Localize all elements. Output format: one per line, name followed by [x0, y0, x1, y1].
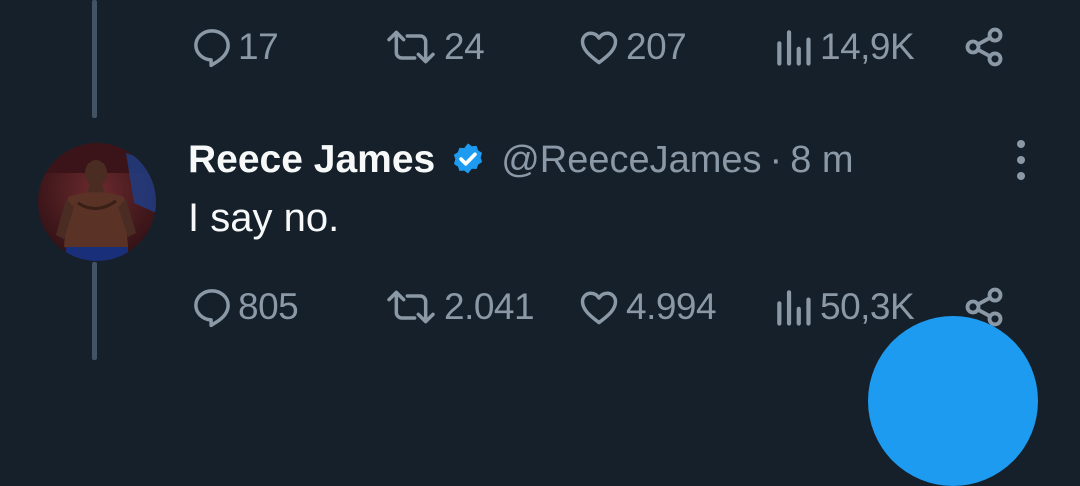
share-icon: [965, 27, 1003, 67]
views-icon: [777, 30, 811, 66]
tweet-text: I say no.: [188, 196, 340, 240]
more-options-button[interactable]: [1008, 140, 1034, 180]
views-button[interactable]: 50,3K: [772, 282, 915, 332]
retweet-count: 2.041: [444, 286, 535, 327]
like-icon: [580, 291, 618, 325]
reply-count: 805: [238, 286, 299, 327]
thread-line-bottom: [92, 262, 97, 360]
views-button[interactable]: 14,9K: [772, 22, 915, 72]
views-icon: [777, 290, 811, 326]
reply-icon: [194, 29, 230, 68]
reply-icon: [194, 289, 230, 328]
retweet-count: 24: [444, 26, 485, 67]
like-button[interactable]: 207: [576, 22, 687, 72]
tweet-action-bar: 805 2.041 4.994 50,3K: [190, 282, 1030, 332]
compose-fab-button[interactable]: [868, 316, 1038, 486]
avatar[interactable]: [38, 143, 156, 261]
retweet-icon: [387, 30, 435, 64]
thread-line-top: [92, 0, 97, 118]
reply-count: 17: [238, 26, 279, 67]
like-count: 4.994: [626, 286, 717, 327]
views-count: 50,3K: [820, 286, 915, 327]
display-name[interactable]: Reece James: [188, 138, 435, 182]
reply-button[interactable]: 805: [190, 282, 299, 332]
views-count: 14,9K: [820, 26, 915, 67]
retweet-button[interactable]: 2.041: [382, 282, 535, 332]
retweet-icon: [387, 290, 435, 324]
handle[interactable]: @ReeceJames: [501, 139, 761, 182]
avatar-image: [38, 143, 156, 261]
separator-dot: ·: [769, 138, 783, 181]
like-count: 207: [626, 26, 687, 67]
share-button[interactable]: [962, 22, 1006, 72]
verified-icon: [454, 143, 483, 174]
previous-tweet-action-bar: 17 24 207 14,9K: [190, 22, 1030, 72]
reply-button[interactable]: 17: [190, 22, 279, 72]
timestamp[interactable]: 8 m: [790, 139, 853, 182]
like-button[interactable]: 4.994: [576, 282, 717, 332]
retweet-button[interactable]: 24: [382, 22, 485, 72]
like-icon: [580, 31, 618, 65]
tweet-header: Reece James @ReeceJames · 8 m: [188, 135, 854, 185]
